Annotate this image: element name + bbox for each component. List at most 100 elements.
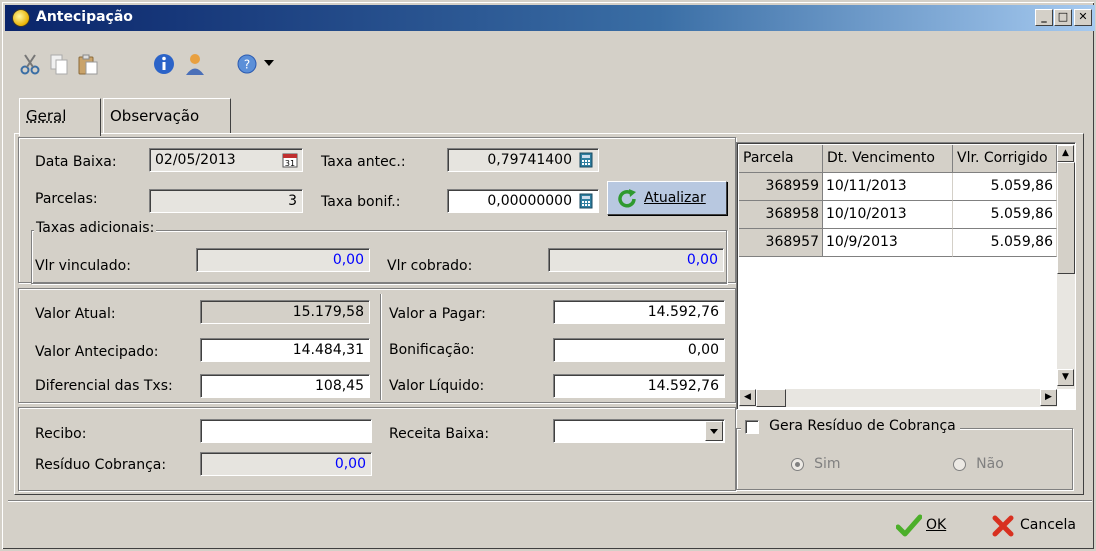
vlr-vinculado-field[interactable]: 0,00 [196, 248, 370, 272]
grid-cell-vlr-corrigido[interactable]: 5.059,86 [953, 201, 1057, 229]
grid-header-parcela[interactable]: Parcela [739, 145, 823, 173]
parcelas-grid[interactable]: Parcela Dt. Vencimento Vlr. Corrigido 36… [736, 142, 1076, 410]
data-baixa-label: Data Baixa: [35, 154, 117, 170]
sim-radio-circle [791, 458, 804, 471]
valor-antecipado-label: Valor Antecipado: [35, 344, 159, 360]
scroll-left-button[interactable]: ◀ [739, 389, 756, 406]
maximize-button[interactable]: □ [1054, 9, 1072, 26]
help-icon[interactable]: ? [235, 52, 259, 76]
nao-radio[interactable]: Não [953, 456, 1004, 472]
valor-antecipado-field[interactable]: 14.484,31 [200, 338, 370, 362]
vlr-vinculado-label: Vlr vinculado: [35, 258, 131, 274]
gera-residuo-checkbox[interactable] [745, 419, 759, 434]
taxa-bonif-label: Taxa bonif.: [321, 194, 401, 210]
parcelas-value: 3 [288, 193, 297, 209]
parcelas-field[interactable]: 3 [149, 189, 303, 213]
valor-atual-value: 15.179,58 [292, 304, 364, 320]
taxa-antec-label: Taxa antec.: [321, 154, 406, 170]
chevron-down-icon [710, 429, 718, 434]
bonificacao-value: 0,00 [687, 342, 719, 358]
nao-label: Não [976, 456, 1004, 472]
gera-residuo-label: Gera Resíduo de Cobrança [769, 418, 956, 434]
sim-radio[interactable]: Sim [791, 456, 841, 472]
vertical-scrollbar[interactable]: ▲ ▼ [1057, 145, 1075, 389]
residuo-field[interactable]: 0,00 [200, 452, 372, 476]
check-icon [896, 514, 922, 537]
data-baixa-value: 02/05/2013 [155, 152, 236, 168]
scroll-thumb[interactable] [1057, 162, 1075, 274]
dropdown-button[interactable] [705, 421, 723, 441]
app-icon [12, 9, 30, 27]
tab-observacao[interactable]: Observação [103, 98, 231, 134]
scroll-up-button[interactable]: ▲ [1057, 145, 1074, 162]
minimize-button[interactable]: _ [1035, 9, 1053, 26]
valor-pagar-field[interactable]: 14.592,76 [553, 300, 725, 324]
grid-header-vlr-corrigido[interactable]: Vlr. Corrigido [953, 145, 1057, 173]
gera-residuo-checkbox-row[interactable]: Gera Resíduo de Cobrança [741, 418, 960, 438]
taxa-antec-field[interactable]: 0,79741400 [447, 148, 599, 172]
atualizar-label: Atualizar [644, 190, 706, 206]
tab-geral[interactable]: Geral [19, 98, 101, 136]
tab-geral-label: Geral [26, 107, 67, 125]
cut-icon[interactable] [18, 52, 42, 76]
calculator-icon[interactable] [578, 193, 594, 209]
refresh-icon [618, 189, 636, 208]
taxa-bonif-value: 0,00000000 [487, 193, 572, 209]
sim-label: Sim [814, 456, 841, 472]
values-divider [380, 294, 382, 400]
recibo-field[interactable] [200, 419, 372, 443]
valor-liquido-label: Valor Líquido: [389, 378, 485, 394]
vlr-cobrado-field[interactable]: 0,00 [548, 248, 724, 272]
valor-liquido-field[interactable]: 14.592,76 [553, 374, 725, 398]
grid-cell-vencimento[interactable]: 10/10/2013 [823, 201, 953, 229]
scroll-thumb-horizontal[interactable] [756, 389, 786, 407]
cancel-label: Cancela [1020, 517, 1077, 533]
main-panel: Data Baixa: 02/05/2013 31 Taxa antec.: 0… [14, 133, 1084, 495]
taxa-bonif-field[interactable]: 0,00000000 [447, 189, 599, 213]
svg-text:31: 31 [285, 159, 295, 168]
data-baixa-field[interactable]: 02/05/2013 31 [149, 148, 303, 172]
title-bar[interactable]: Antecipação _ □ ✕ [5, 5, 1095, 31]
antecipacao-window: Antecipação _ □ ✕ ? Geral Observação Dat… [0, 0, 1096, 551]
diferencial-field[interactable]: 108,45 [200, 374, 370, 398]
window-title: Antecipação [36, 9, 133, 25]
grid-cell-parcela[interactable]: 368958 [739, 201, 823, 229]
close-icon [992, 515, 1014, 537]
valor-atual-field[interactable]: 15.179,58 [200, 300, 370, 324]
vlr-cobrado-value: 0,00 [686, 252, 718, 268]
paste-icon[interactable] [76, 52, 100, 76]
chevron-down-icon[interactable] [264, 60, 274, 68]
scroll-right-button[interactable]: ▶ [1040, 389, 1057, 406]
recibo-label: Recibo: [35, 426, 87, 442]
horizontal-scrollbar[interactable]: ◀ ▶ [739, 389, 1057, 407]
grid-cell-parcela[interactable]: 368957 [739, 229, 823, 257]
valor-pagar-label: Valor a Pagar: [389, 306, 486, 322]
calculator-icon[interactable] [578, 152, 594, 168]
grid-cell-vencimento[interactable]: 10/9/2013 [823, 229, 953, 257]
valor-atual-label: Valor Atual: [35, 306, 116, 322]
valor-liquido-value: 14.592,76 [647, 378, 719, 394]
close-button[interactable]: ✕ [1074, 9, 1092, 26]
grid-cell-vencimento[interactable]: 10/11/2013 [823, 173, 953, 201]
calendar-icon[interactable]: 31 [282, 152, 298, 168]
info-icon[interactable] [152, 52, 176, 76]
vlr-vinculado-value: 0,00 [332, 252, 364, 268]
vlr-cobrado-label: Vlr cobrado: [387, 258, 473, 274]
cancel-button[interactable]: Cancela [992, 514, 1092, 540]
tab-observacao-label: Observação [110, 107, 200, 125]
receita-baixa-select[interactable] [553, 419, 725, 443]
grid-cell-vlr-corrigido[interactable]: 5.059,86 [953, 173, 1057, 201]
receita-baixa-label: Receita Baixa: [389, 426, 490, 442]
valor-pagar-value: 14.592,76 [647, 304, 719, 320]
footer-separator [8, 500, 1092, 502]
user-icon[interactable] [183, 52, 207, 76]
diferencial-label: Diferencial das Txs: [35, 378, 173, 394]
bonificacao-field[interactable]: 0,00 [553, 338, 725, 362]
grid-cell-vlr-corrigido[interactable]: 5.059,86 [953, 229, 1057, 257]
copy-icon[interactable] [47, 52, 71, 76]
grid-cell-parcela[interactable]: 368959 [739, 173, 823, 201]
atualizar-button[interactable]: Atualizar [607, 181, 727, 215]
grid-header-vencimento[interactable]: Dt. Vencimento [823, 145, 953, 173]
scroll-down-button[interactable]: ▼ [1057, 369, 1074, 386]
nao-radio-circle [953, 458, 966, 471]
